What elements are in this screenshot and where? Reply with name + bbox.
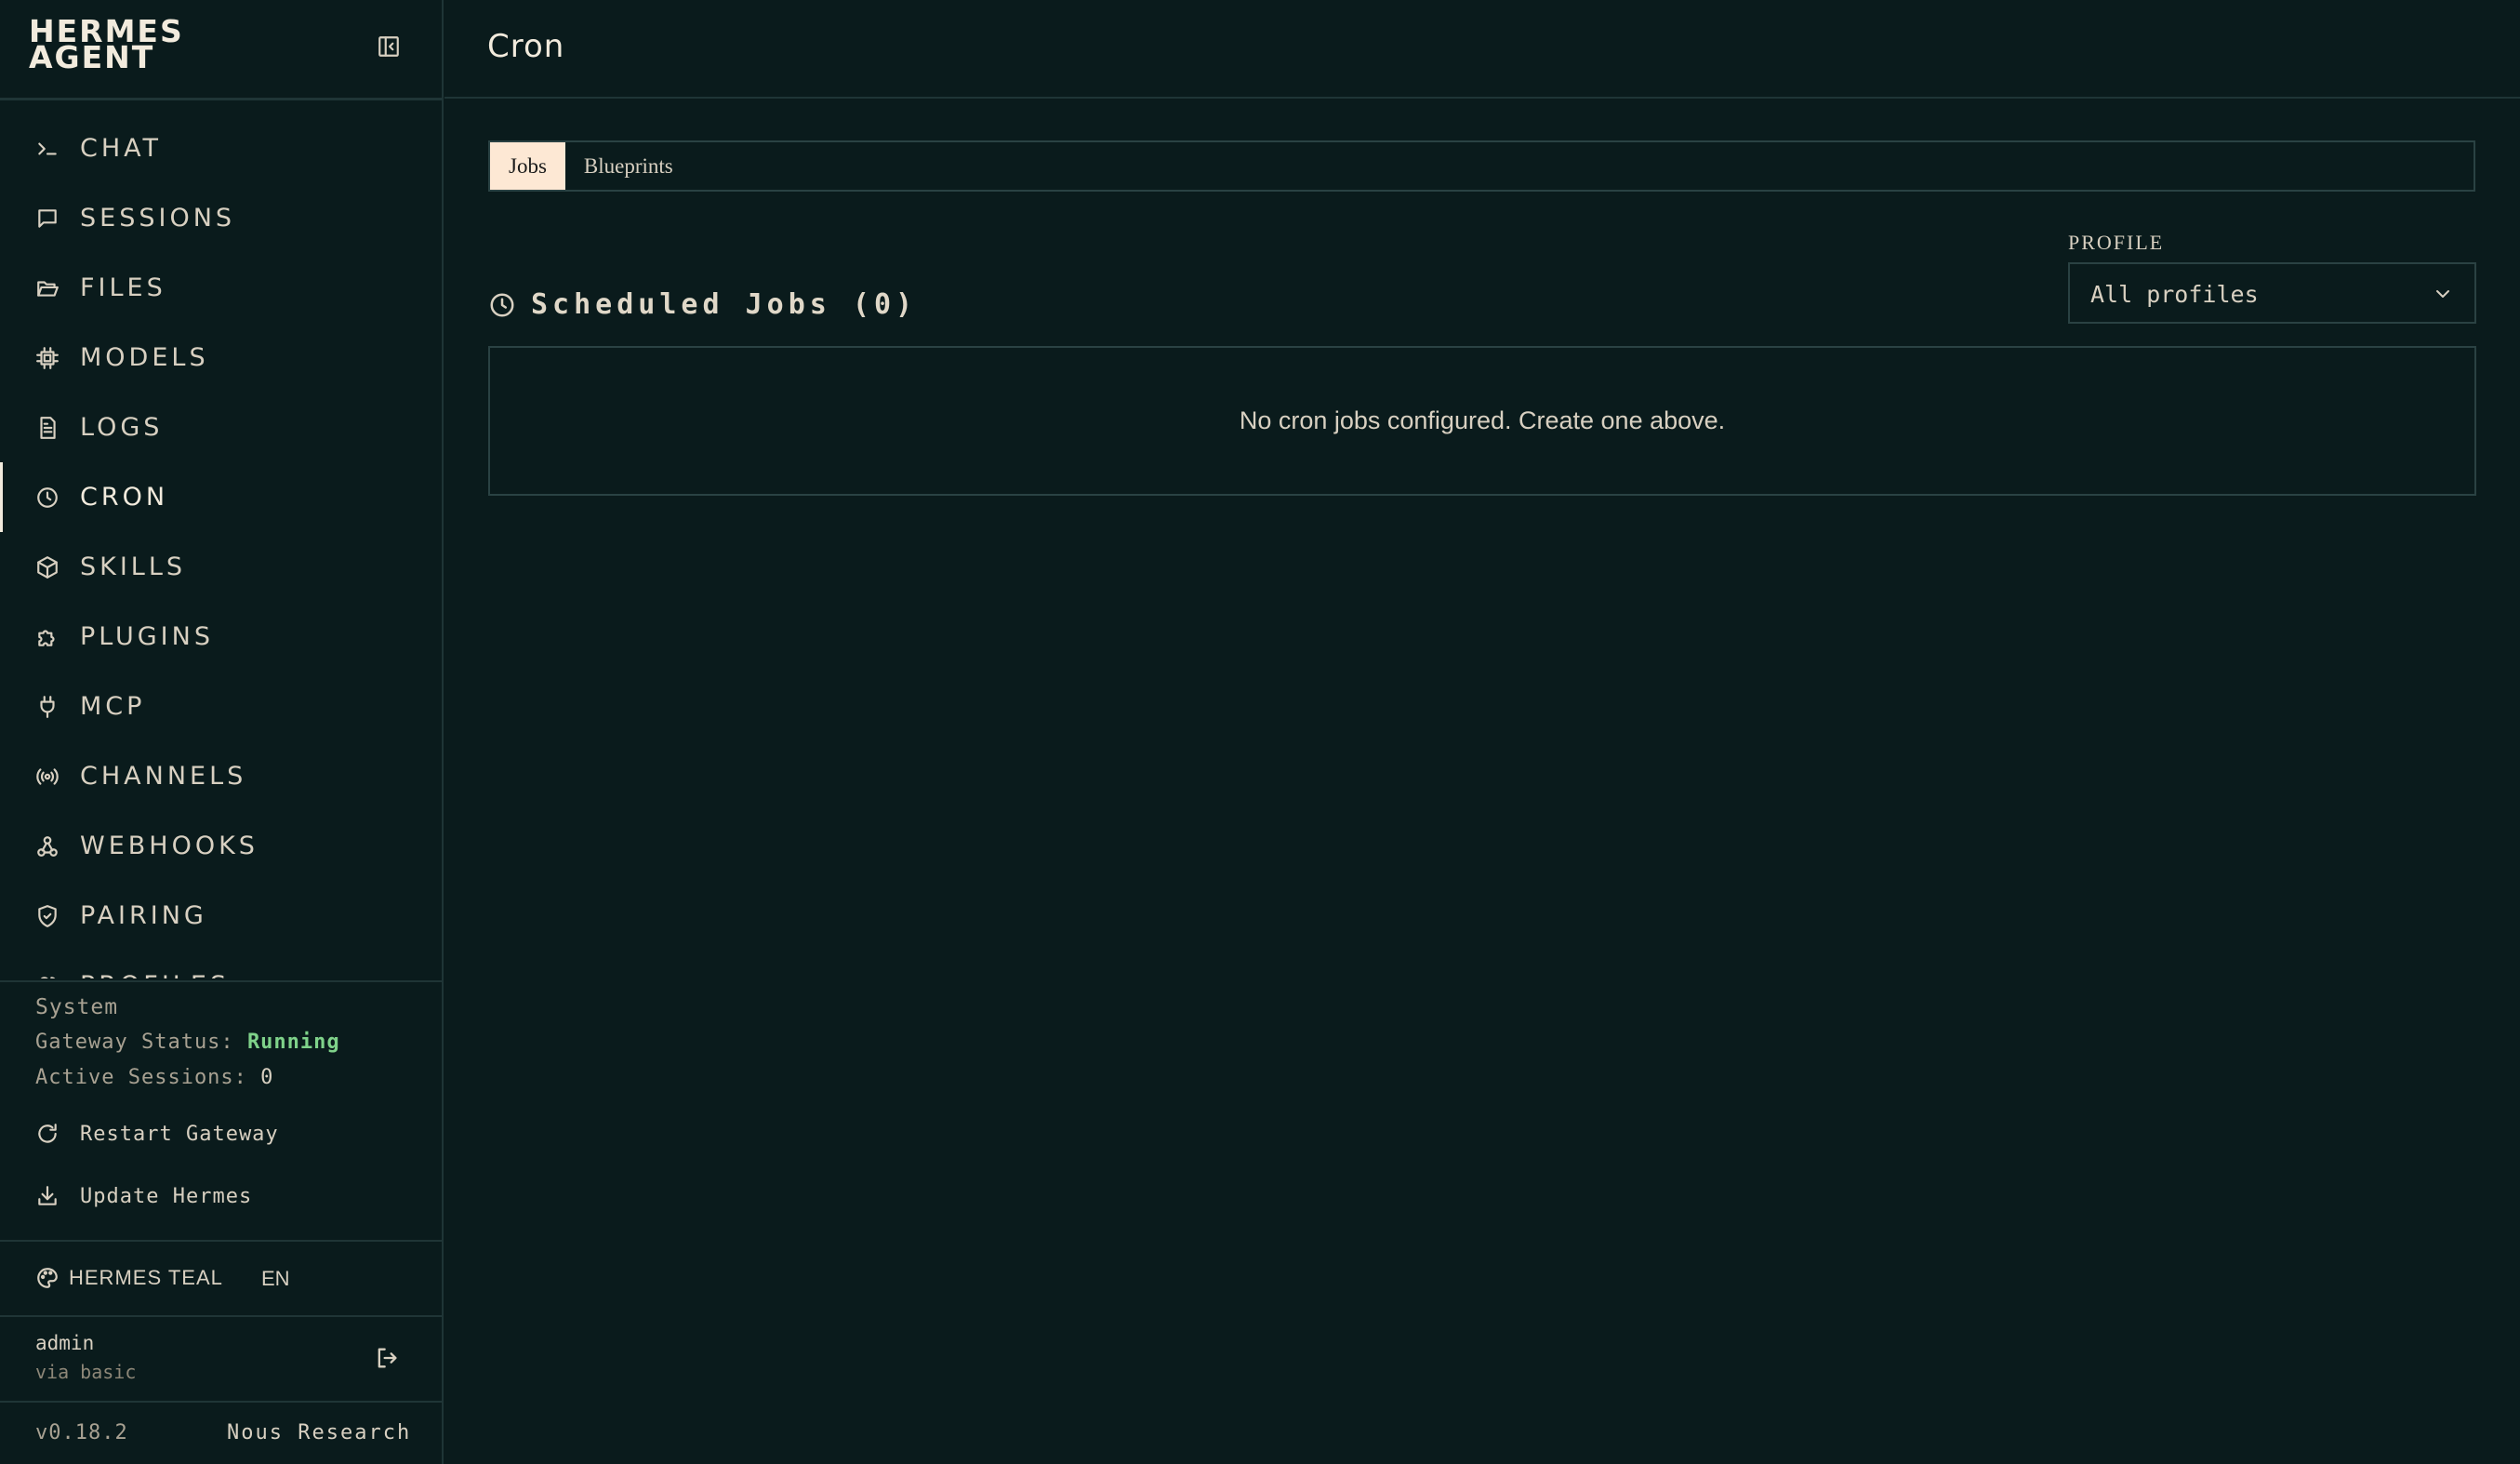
collapse-sidebar-button[interactable]: [377, 34, 401, 59]
nav-label: MCP: [80, 692, 146, 721]
nav-label: CHANNELS: [80, 762, 247, 791]
gateway-status-label: Gateway Status:: [35, 1031, 234, 1054]
nav-item-cron[interactable]: CRON: [0, 462, 442, 532]
radio-icon: [35, 765, 60, 789]
scheduled-jobs-title: Scheduled Jobs (0): [531, 288, 918, 321]
nav-label: FILES: [80, 273, 166, 302]
main-nav: CHAT SESSIONS FILES MODELS LOGS CRON SKI…: [0, 113, 442, 978]
chevron-down-icon: [2436, 290, 2449, 298]
folder-open-icon: [35, 276, 60, 300]
tab-bar: Jobs Blueprints: [488, 140, 2475, 192]
theme-switcher[interactable]: HERMES TEAL: [35, 1266, 223, 1290]
shield-check-icon: [35, 904, 60, 928]
nav-item-skills[interactable]: SKILLS: [0, 532, 442, 602]
nav-item-files[interactable]: FILES: [0, 253, 442, 323]
cpu-icon: [35, 346, 60, 370]
top-bar: Cron: [444, 0, 2520, 99]
nav-label: SKILLS: [80, 552, 187, 581]
terminal-icon: [35, 137, 60, 161]
nav-label: PROFILES: [80, 971, 230, 978]
tab-blueprints[interactable]: Blueprints: [565, 142, 692, 190]
nav-label: MODELS: [80, 343, 209, 372]
vendor-link[interactable]: Nous Research: [227, 1421, 411, 1444]
brand-header: HERMES AGENT: [0, 0, 442, 100]
logout-button[interactable]: [374, 1345, 400, 1371]
profile-filter-label: PROFILE: [2068, 231, 2165, 254]
nav-label: PLUGINS: [80, 622, 214, 651]
scheduled-jobs-header: Scheduled Jobs (0): [488, 288, 917, 321]
log-out-icon: [378, 1348, 397, 1368]
system-title: System: [35, 995, 119, 1019]
puzzle-icon: [35, 625, 60, 649]
empty-state-message: No cron jobs configured. Create one abov…: [1239, 406, 1726, 434]
gateway-status-value: Running: [246, 1031, 340, 1054]
package-icon: [35, 555, 60, 579]
plug-icon: [35, 695, 60, 719]
file-text-icon: [35, 416, 60, 440]
language-switcher[interactable]: EN: [261, 1267, 290, 1291]
version-footer: v0.18.2 Nous Research: [0, 1401, 442, 1464]
nav-item-chat[interactable]: CHAT: [0, 113, 442, 183]
nav-item-mcp[interactable]: MCP: [0, 672, 442, 741]
sidebar: HERMES AGENT CHAT SESSIONS FILES MODELS …: [0, 0, 444, 1464]
page-title: Cron: [487, 28, 565, 65]
update-hermes-label: Update Hermes: [80, 1184, 253, 1208]
gateway-status: Gateway Status: Running: [35, 1031, 340, 1054]
nav-label: CRON: [80, 483, 169, 512]
brand-logo-text: HERMES AGENT: [29, 13, 184, 75]
nav-item-logs[interactable]: LOGS: [0, 393, 442, 462]
active-sessions: Active Sessions: 0: [35, 1066, 273, 1089]
message-square-icon: [35, 206, 60, 231]
active-sessions-value: 0: [260, 1066, 274, 1089]
nav-item-pairing[interactable]: PAIRING: [0, 881, 442, 951]
system-panel: System Gateway Status: Running Active Se…: [0, 980, 442, 1241]
nav-item-plugins[interactable]: PLUGINS: [0, 602, 442, 672]
nav-label: PAIRING: [80, 901, 207, 930]
user-name: admin: [35, 1332, 95, 1354]
nav-item-webhooks[interactable]: WEBHOOKS: [0, 811, 442, 881]
nav-label: LOGS: [80, 413, 164, 442]
nav-item-sessions[interactable]: SESSIONS: [0, 183, 442, 253]
nav-item-channels[interactable]: CHANNELS: [0, 741, 442, 811]
nav-item-profiles[interactable]: PROFILES: [0, 951, 442, 978]
tab-jobs[interactable]: Jobs: [490, 142, 565, 190]
restart-gateway-button[interactable]: Restart Gateway: [35, 1122, 279, 1146]
theme-label: HERMES TEAL: [69, 1266, 223, 1289]
webhook-icon: [35, 834, 60, 858]
clock-icon: [490, 293, 514, 316]
nav-label: WEBHOOKS: [80, 832, 259, 860]
palette-icon: [37, 1268, 58, 1288]
nav-label: SESSIONS: [80, 204, 236, 233]
clock-icon: [35, 486, 60, 510]
user-auth-method: via basic: [35, 1361, 137, 1383]
jobs-empty-state: No cron jobs configured. Create one abov…: [488, 346, 2476, 496]
users-icon: [35, 974, 60, 978]
panel-left-close-icon: [378, 36, 399, 57]
restart-gateway-label: Restart Gateway: [80, 1122, 279, 1146]
refresh-icon: [38, 1124, 57, 1143]
user-panel: admin via basic: [0, 1315, 442, 1401]
profile-filter-select[interactable]: All profiles: [2068, 262, 2476, 324]
theme-row: HERMES TEAL EN: [0, 1240, 442, 1315]
download-icon: [38, 1186, 57, 1205]
nav-item-models[interactable]: MODELS: [0, 323, 442, 393]
nav-label: CHAT: [80, 134, 163, 163]
update-hermes-button[interactable]: Update Hermes: [35, 1184, 252, 1208]
main-content: Cron Jobs Blueprints Scheduled Jobs (0) …: [444, 0, 2520, 1464]
active-sessions-label: Active Sessions:: [35, 1066, 247, 1089]
profile-filter-value: All profiles: [2090, 281, 2259, 308]
app-version: v0.18.2: [35, 1421, 128, 1444]
